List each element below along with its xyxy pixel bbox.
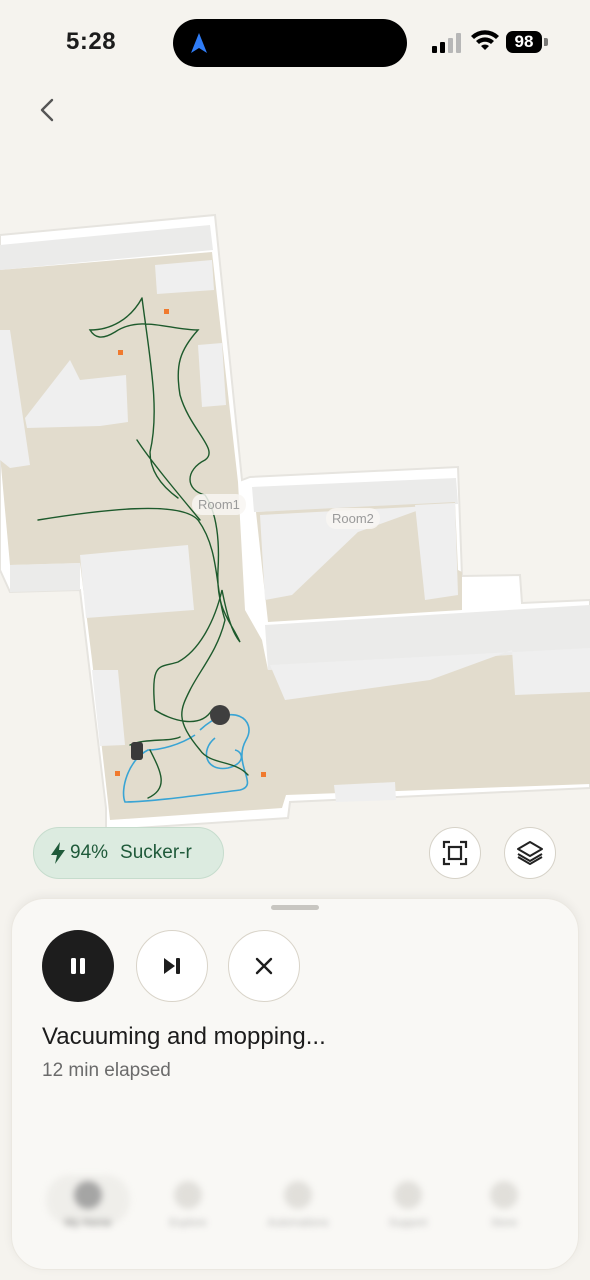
tab-explore[interactable]: Explore bbox=[138, 1181, 238, 1229]
dynamic-island bbox=[173, 19, 407, 67]
task-elapsed: 12 min elapsed bbox=[42, 1060, 171, 1081]
room-label-room2[interactable]: Room2 bbox=[326, 508, 380, 529]
sheet-drag-handle[interactable] bbox=[271, 905, 319, 910]
stop-button[interactable] bbox=[228, 930, 300, 1002]
fit-map-button[interactable] bbox=[429, 827, 481, 879]
status-bar: 5:28 98 bbox=[0, 0, 590, 90]
cellular-signal-icon bbox=[432, 33, 461, 53]
battery-level: 98 bbox=[506, 31, 542, 53]
tab-support[interactable]: Support bbox=[358, 1181, 458, 1229]
wifi-icon bbox=[471, 30, 499, 50]
tab-automations[interactable]: Automations bbox=[248, 1181, 348, 1229]
status-time: 5:28 bbox=[66, 28, 117, 55]
cart-icon bbox=[490, 1181, 518, 1209]
pause-button[interactable] bbox=[42, 930, 114, 1002]
tab-store[interactable]: Store bbox=[454, 1181, 554, 1229]
tab-label: Store bbox=[490, 1217, 518, 1229]
task-status-title: Vacuuming and mopping... bbox=[42, 1023, 326, 1050]
cleaning-map[interactable]: Room1 Room2 bbox=[0, 190, 590, 832]
close-icon bbox=[255, 957, 273, 975]
layers-icon bbox=[517, 841, 543, 865]
charging-bolt-icon bbox=[51, 842, 65, 864]
pause-icon bbox=[71, 958, 85, 974]
skip-next-icon bbox=[164, 958, 180, 974]
skip-button[interactable] bbox=[136, 930, 208, 1002]
support-icon bbox=[394, 1181, 422, 1209]
tab-label: Support bbox=[388, 1217, 428, 1229]
explore-icon bbox=[174, 1181, 202, 1209]
home-icon bbox=[74, 1181, 102, 1209]
room-label-room1[interactable]: Room1 bbox=[192, 494, 246, 515]
tab-label: Explore bbox=[169, 1217, 207, 1229]
back-chevron-icon[interactable] bbox=[28, 90, 68, 130]
floor-plan-svg bbox=[0, 213, 590, 832]
tab-label: My Home bbox=[64, 1217, 112, 1229]
battery-tip bbox=[544, 38, 548, 46]
bottom-tab-bar: My Home Explore Automations Support Stor… bbox=[12, 1169, 580, 1264]
robot-name: Sucker-r bbox=[120, 842, 192, 863]
cleaning-control-sheet: Vacuuming and mopping... 12 min elapsed … bbox=[11, 898, 579, 1270]
map-layers-button[interactable] bbox=[504, 827, 556, 879]
robot-status-pill[interactable]: 94% Sucker-r bbox=[33, 827, 224, 879]
location-arrow-icon bbox=[191, 33, 207, 53]
scan-frame-icon bbox=[442, 840, 468, 866]
robot-battery-percent: 94% bbox=[70, 842, 109, 863]
automation-icon bbox=[284, 1181, 312, 1209]
tab-label: Automations bbox=[267, 1217, 329, 1229]
tab-my-home[interactable]: My Home bbox=[38, 1175, 138, 1229]
